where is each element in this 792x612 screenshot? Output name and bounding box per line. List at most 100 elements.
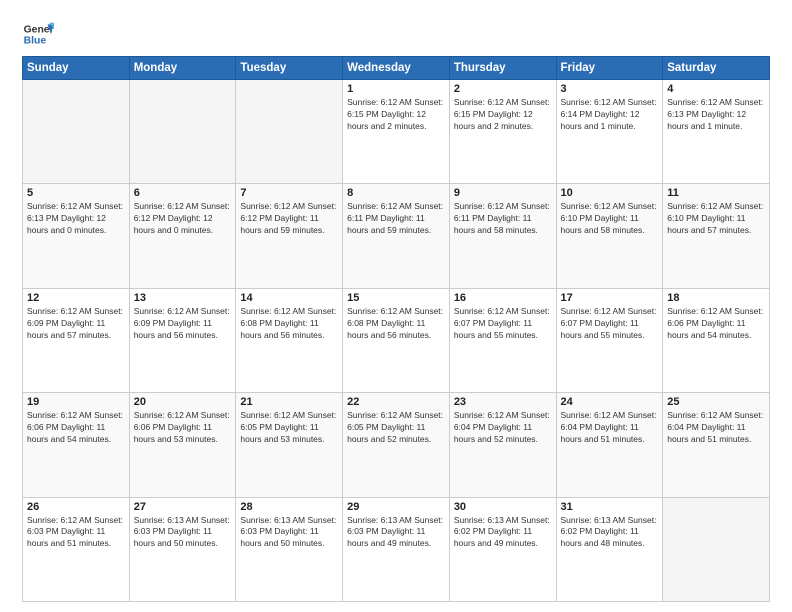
weekday-header-row: SundayMondayTuesdayWednesdayThursdayFrid…: [23, 57, 770, 80]
day-number: 26: [27, 501, 125, 513]
day-number: 27: [134, 501, 232, 513]
day-cell: 15 Sunrise: 6:12 AM Sunset: 6:08 PM Dayli…: [343, 288, 450, 392]
day-cell: 29 Sunrise: 6:13 AM Sunset: 6:03 PM Dayli…: [343, 497, 450, 601]
day-info: Sunrise: 6:12 AM Sunset: 6:07 PM Dayligh…: [454, 306, 552, 342]
day-number: 10: [561, 187, 659, 199]
day-number: 22: [347, 396, 445, 408]
day-info: Sunrise: 6:12 AM Sunset: 6:12 PM Dayligh…: [134, 201, 232, 237]
svg-text:Blue: Blue: [24, 36, 47, 47]
day-cell: 28Sunrise: 6:13 AM Sunset: 6:03 PM Dayli…: [236, 497, 343, 601]
weekday-header-tuesday: Tuesday: [236, 57, 343, 80]
day-cell: 6 Sunrise: 6:12 AM Sunset: 6:12 PM Daylig…: [129, 184, 236, 288]
day-info: Sunrise: 6:12 AM Sunset: 6:08 PM Dayligh…: [347, 306, 445, 342]
day-cell: 17Sunrise: 6:12 AM Sunset: 6:07 PM Dayli…: [556, 288, 663, 392]
weekday-header-thursday: Thursday: [449, 57, 556, 80]
day-cell: 14Sunrise: 6:12 AM Sunset: 6:08 PM Dayli…: [236, 288, 343, 392]
day-number: 4: [667, 83, 765, 95]
day-info: Sunrise: 6:12 AM Sunset: 6:13 PM Dayligh…: [667, 97, 765, 133]
day-info: Sunrise: 6:12 AM Sunset: 6:11 PM Dayligh…: [347, 201, 445, 237]
day-cell: 23Sunrise: 6:12 AM Sunset: 6:04 PM Dayli…: [449, 393, 556, 497]
day-info: Sunrise: 6:12 AM Sunset: 6:06 PM Dayligh…: [27, 410, 125, 446]
day-cell: [663, 497, 770, 601]
day-cell: [129, 80, 236, 184]
day-cell: 10 Sunrise: 6:12 AM Sunset: 6:10 PM Dayli…: [556, 184, 663, 288]
day-cell: 11 Sunrise: 6:12 AM Sunset: 6:10 PM Dayli…: [663, 184, 770, 288]
day-cell: [23, 80, 130, 184]
day-info: Sunrise: 6:12 AM Sunset: 6:03 PM Dayligh…: [27, 515, 125, 551]
day-number: 5: [27, 187, 125, 199]
day-number: 20: [134, 396, 232, 408]
day-number: 18: [667, 292, 765, 304]
day-cell: 30 Sunrise: 6:13 AM Sunset: 6:02 PM Dayli…: [449, 497, 556, 601]
day-number: 29: [347, 501, 445, 513]
header: General Blue: [22, 18, 770, 50]
day-info: Sunrise: 6:12 AM Sunset: 6:04 PM Dayligh…: [667, 410, 765, 446]
day-cell: 2Sunrise: 6:12 AM Sunset: 6:15 PM Daylig…: [449, 80, 556, 184]
day-info: Sunrise: 6:13 AM Sunset: 6:03 PM Dayligh…: [134, 515, 232, 551]
logo: General Blue: [22, 18, 54, 50]
weekday-header-sunday: Sunday: [23, 57, 130, 80]
day-number: 13: [134, 292, 232, 304]
day-cell: 8 Sunrise: 6:12 AM Sunset: 6:11 PM Daylig…: [343, 184, 450, 288]
day-number: 24: [561, 396, 659, 408]
day-cell: 1Sunrise: 6:12 AM Sunset: 6:15 PM Daylig…: [343, 80, 450, 184]
day-cell: 20 Sunrise: 6:12 AM Sunset: 6:06 PM Dayli…: [129, 393, 236, 497]
day-cell: 3Sunrise: 6:12 AM Sunset: 6:14 PM Daylig…: [556, 80, 663, 184]
day-info: Sunrise: 6:12 AM Sunset: 6:05 PM Dayligh…: [240, 410, 338, 446]
day-info: Sunrise: 6:12 AM Sunset: 6:05 PM Dayligh…: [347, 410, 445, 446]
day-cell: 19 Sunrise: 6:12 AM Sunset: 6:06 PM Dayli…: [23, 393, 130, 497]
day-cell: 5 Sunrise: 6:12 AM Sunset: 6:13 PM Daylig…: [23, 184, 130, 288]
week-row-5: 26 Sunrise: 6:12 AM Sunset: 6:03 PM Dayli…: [23, 497, 770, 601]
day-number: 30: [454, 501, 552, 513]
day-info: Sunrise: 6:13 AM Sunset: 6:02 PM Dayligh…: [561, 515, 659, 551]
day-number: 19: [27, 396, 125, 408]
day-info: Sunrise: 6:12 AM Sunset: 6:11 PM Dayligh…: [454, 201, 552, 237]
day-info: Sunrise: 6:12 AM Sunset: 6:15 PM Dayligh…: [347, 97, 445, 133]
day-cell: 13 Sunrise: 6:12 AM Sunset: 6:09 PM Dayli…: [129, 288, 236, 392]
logo-icon: General Blue: [22, 18, 54, 50]
weekday-header-friday: Friday: [556, 57, 663, 80]
day-cell: 31 Sunrise: 6:13 AM Sunset: 6:02 PM Dayli…: [556, 497, 663, 601]
day-cell: 22 Sunrise: 6:12 AM Sunset: 6:05 PM Dayli…: [343, 393, 450, 497]
week-row-4: 19 Sunrise: 6:12 AM Sunset: 6:06 PM Dayli…: [23, 393, 770, 497]
day-info: Sunrise: 6:13 AM Sunset: 6:02 PM Dayligh…: [454, 515, 552, 551]
day-number: 31: [561, 501, 659, 513]
day-cell: 9 Sunrise: 6:12 AM Sunset: 6:11 PM Daylig…: [449, 184, 556, 288]
day-info: Sunrise: 6:12 AM Sunset: 6:09 PM Dayligh…: [134, 306, 232, 342]
weekday-header-monday: Monday: [129, 57, 236, 80]
week-row-2: 5 Sunrise: 6:12 AM Sunset: 6:13 PM Daylig…: [23, 184, 770, 288]
week-row-3: 12 Sunrise: 6:12 AM Sunset: 6:09 PM Dayli…: [23, 288, 770, 392]
day-info: Sunrise: 6:12 AM Sunset: 6:04 PM Dayligh…: [561, 410, 659, 446]
day-number: 25: [667, 396, 765, 408]
day-info: Sunrise: 6:12 AM Sunset: 6:10 PM Dayligh…: [561, 201, 659, 237]
day-info: Sunrise: 6:12 AM Sunset: 6:07 PM Dayligh…: [561, 306, 659, 342]
day-info: Sunrise: 6:12 AM Sunset: 6:04 PM Dayligh…: [454, 410, 552, 446]
week-row-1: 1Sunrise: 6:12 AM Sunset: 6:15 PM Daylig…: [23, 80, 770, 184]
day-info: Sunrise: 6:12 AM Sunset: 6:06 PM Dayligh…: [134, 410, 232, 446]
day-number: 16: [454, 292, 552, 304]
day-info: Sunrise: 6:12 AM Sunset: 6:06 PM Dayligh…: [667, 306, 765, 342]
calendar-table: SundayMondayTuesdayWednesdayThursdayFrid…: [22, 56, 770, 602]
day-info: Sunrise: 6:12 AM Sunset: 6:15 PM Dayligh…: [454, 97, 552, 133]
day-info: Sunrise: 6:12 AM Sunset: 6:13 PM Dayligh…: [27, 201, 125, 237]
day-cell: 12Sunrise: 6:12 AM Sunset: 6:09 PM Dayli…: [23, 288, 130, 392]
day-cell: [236, 80, 343, 184]
day-number: 9: [454, 187, 552, 199]
day-number: 21: [240, 396, 338, 408]
day-number: 7: [240, 187, 338, 199]
day-number: 6: [134, 187, 232, 199]
day-number: 12: [27, 292, 125, 304]
day-cell: 4 Sunrise: 6:12 AM Sunset: 6:13 PM Daylig…: [663, 80, 770, 184]
day-number: 15: [347, 292, 445, 304]
weekday-header-wednesday: Wednesday: [343, 57, 450, 80]
day-number: 11: [667, 187, 765, 199]
day-cell: 27 Sunrise: 6:13 AM Sunset: 6:03 PM Dayli…: [129, 497, 236, 601]
day-info: Sunrise: 6:12 AM Sunset: 6:10 PM Dayligh…: [667, 201, 765, 237]
day-info: Sunrise: 6:13 AM Sunset: 6:03 PM Dayligh…: [347, 515, 445, 551]
page: General Blue SundayMondayTuesdayWednesda…: [0, 0, 792, 612]
day-info: Sunrise: 6:12 AM Sunset: 6:14 PM Dayligh…: [561, 97, 659, 133]
day-cell: 16 Sunrise: 6:12 AM Sunset: 6:07 PM Dayli…: [449, 288, 556, 392]
weekday-header-saturday: Saturday: [663, 57, 770, 80]
day-number: 8: [347, 187, 445, 199]
day-cell: 25 Sunrise: 6:12 AM Sunset: 6:04 PM Dayli…: [663, 393, 770, 497]
